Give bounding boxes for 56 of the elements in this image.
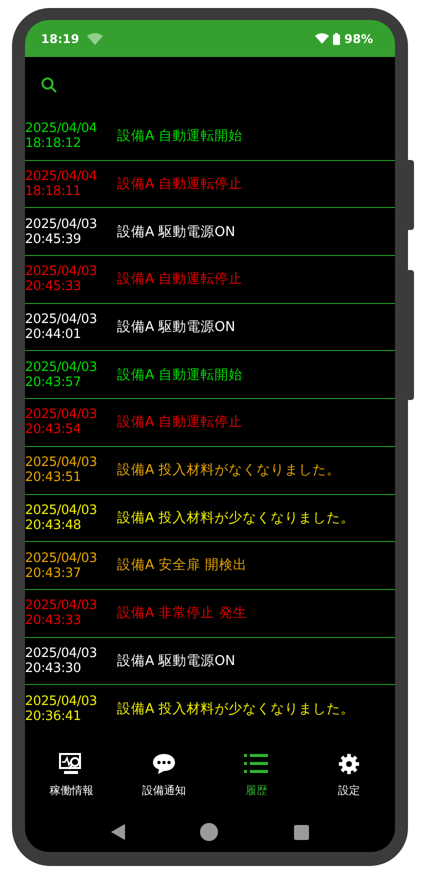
event-message: 設備A 投入材料が少なくなりました。	[117, 508, 355, 528]
date-text: 2025/04/03	[25, 502, 98, 518]
event-message: 設備A 駆動電源ON	[117, 318, 236, 337]
battery-text: 98%	[344, 30, 373, 48]
time-text: 20:44:01	[25, 327, 82, 342]
time-text: 20:36:41	[25, 709, 82, 724]
time-text: 20:43:37	[25, 566, 82, 581]
event-message: 設備A 駆動電源ON	[117, 222, 236, 242]
date-text: 2025/04/03	[25, 360, 98, 375]
nav-tab[interactable]: 稼働情報	[25, 752, 118, 800]
event-message: 設備A 駆動電源ON	[117, 652, 236, 671]
date-text: 2025/04/03	[25, 312, 98, 328]
time-text: 20:45:33	[25, 279, 82, 294]
date-text: 2025/04/04	[25, 121, 98, 136]
wifi-icon	[87, 32, 104, 44]
home-icon[interactable]	[200, 823, 218, 841]
time-text: 20:45:39	[25, 232, 82, 247]
back-icon[interactable]	[110, 824, 125, 840]
time-text: 20:43:51	[25, 470, 82, 486]
date-text: 2025/04/03	[25, 455, 98, 470]
date-text: 2025/04/03	[25, 264, 98, 280]
list-icon	[244, 752, 268, 775]
event-message: 設備A 安全扉 開検出	[117, 556, 247, 576]
time-text: 20:43:57	[25, 374, 82, 390]
event-message: 設備A 投入材料がなくなりました。	[117, 461, 341, 480]
chat-icon	[152, 752, 176, 775]
time-text: 18:18:12	[25, 136, 82, 152]
search-icon[interactable]	[41, 77, 57, 93]
nav-tab[interactable]: 履歴	[210, 752, 302, 800]
nav-tab[interactable]: 設備通知	[118, 752, 210, 800]
event-message: 設備A 自動運転停止	[117, 174, 243, 194]
event-message: 設備A 投入材料が少なくなりました。	[117, 700, 355, 719]
date-text: 2025/04/03	[25, 694, 98, 710]
time-text: 20:43:48	[25, 518, 82, 533]
date-text: 2025/04/03	[25, 407, 98, 422]
clock-text: 18:19	[41, 30, 80, 48]
event-message: 設備A 非常停止 発生	[117, 604, 247, 624]
event-message: 設備A 自動運転開始	[117, 127, 243, 146]
date-text: 2025/04/03	[25, 550, 98, 566]
time-text: 18:18:11	[25, 184, 82, 200]
time-text: 20:43:54	[25, 422, 82, 438]
date-text: 2025/04/04	[25, 169, 98, 184]
recents-icon[interactable]	[294, 824, 310, 840]
time-text: 20:43:33	[25, 613, 82, 628]
event-message: 設備A 自動運転停止	[117, 413, 243, 432]
date-text: 2025/04/03	[25, 598, 98, 614]
time-text: 20:43:30	[25, 660, 82, 676]
date-text: 2025/04/03	[25, 216, 98, 232]
battery-icon	[333, 32, 340, 44]
monitor-icon	[59, 752, 84, 775]
wifi-icon	[315, 33, 330, 44]
nav-tab[interactable]: 設定	[302, 752, 395, 800]
event-message: 設備A 自動運転開始	[117, 366, 243, 385]
settings-icon	[336, 752, 361, 775]
date-text: 2025/04/03	[25, 646, 98, 661]
event-message: 設備A 自動運転停止	[117, 270, 243, 290]
